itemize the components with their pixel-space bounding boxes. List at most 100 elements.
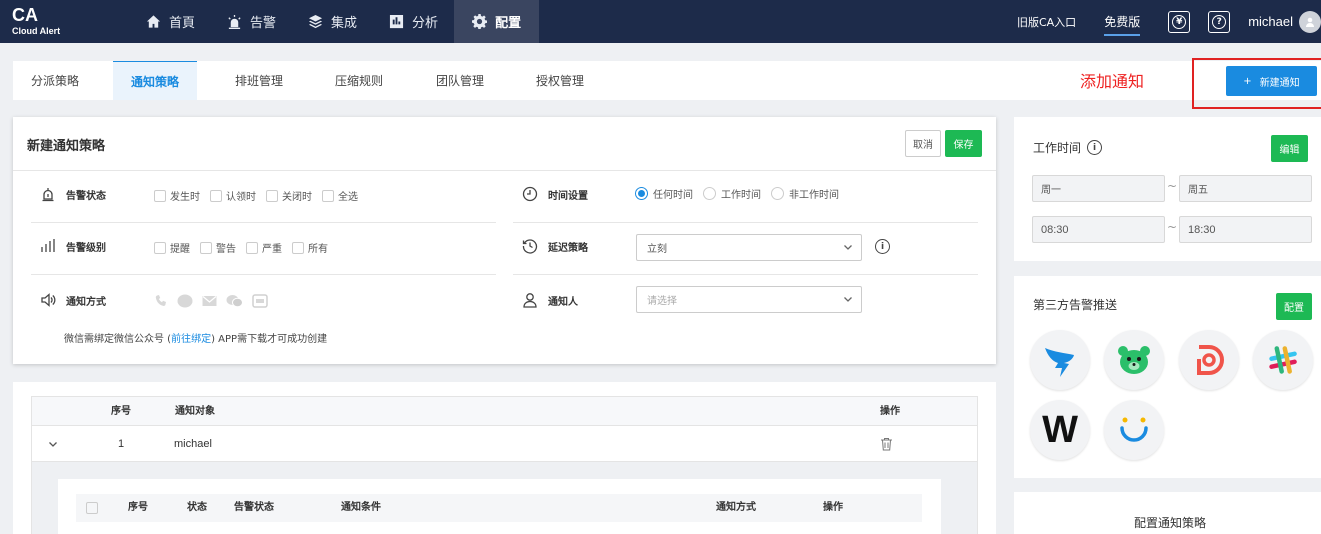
phone-icon[interactable] <box>154 294 168 308</box>
rule-subtable: 序号 状态 告警状态 通知条件 通知方式 操作 <box>58 479 941 534</box>
edit-work-time-button[interactable]: 编辑 <box>1271 135 1308 162</box>
time-setting-options: 任何时间 工作时间 非工作时间 <box>635 186 849 201</box>
integration-smile[interactable] <box>1104 400 1164 460</box>
work-time-text: 工作时间 <box>1033 141 1082 155</box>
sub-col-index: 序号 <box>128 502 148 513</box>
divider <box>31 222 496 223</box>
nav-item-analysis[interactable]: 分析 <box>373 0 454 43</box>
sub-col-action: 操作 <box>823 502 843 513</box>
tab-schedule[interactable]: 排班管理 <box>235 61 283 100</box>
new-policy-form: 新建通知策略 取消 保存 告警状态 发生时 认领时 关闭时 全选 时间设置 任何… <box>13 117 996 364</box>
brand-logo[interactable]: CA Cloud Alert <box>12 6 60 36</box>
trash-icon[interactable] <box>880 437 893 451</box>
bear-icon <box>1118 346 1150 374</box>
checkbox-select-all[interactable]: 全选 <box>322 188 358 203</box>
checkbox-critical[interactable]: 严重 <box>246 240 282 255</box>
alert-status-options: 发生时 认领时 关闭时 全选 <box>154 188 368 203</box>
tab-notify-policy[interactable]: 通知策略 <box>113 61 198 100</box>
billing-button[interactable]: ¥ <box>1168 10 1191 33</box>
integration-d-logo[interactable] <box>1179 330 1239 390</box>
info-icon[interactable]: i <box>1087 140 1103 155</box>
nav-item-label: 配置 <box>495 16 522 31</box>
radio-non-work-time[interactable]: 非工作时间 <box>771 186 839 201</box>
nav-item-label: 首頁 <box>169 16 196 31</box>
tab-dispatch-policy[interactable]: 分派策略 <box>31 61 79 100</box>
notify-channels <box>154 294 268 308</box>
bell-icon <box>42 188 54 202</box>
tab-compression[interactable]: 压缩规则 <box>335 61 383 100</box>
new-notify-button[interactable]: + 新建通知 <box>1226 66 1317 96</box>
divider <box>513 222 978 223</box>
work-day-end[interactable]: 周五 <box>1179 175 1312 202</box>
help-button[interactable]: ? <box>1208 10 1231 33</box>
work-time-panel: 工作时间 i 编辑 周一 ~ 周五 08:30 ~ 18:30 <box>1014 117 1321 261</box>
config-policy-title: 配置通知策略 <box>1134 516 1207 530</box>
checkbox-close[interactable]: 关闭时 <box>266 188 312 203</box>
work-day-start[interactable]: 周一 <box>1032 175 1165 202</box>
chevron-down-icon <box>844 245 852 250</box>
avatar[interactable] <box>1299 10 1321 33</box>
radio-any-time[interactable]: 任何时间 <box>635 186 693 201</box>
notify-person-select[interactable]: 请选择 <box>636 286 862 313</box>
old-version-link[interactable]: 旧版CA入口 <box>1017 14 1076 30</box>
nav-item-label: 集成 <box>331 16 358 31</box>
checkbox-warning[interactable]: 警告 <box>200 240 236 255</box>
checkbox-reminder[interactable]: 提醒 <box>154 240 190 255</box>
col-target: 通知对象 <box>175 406 215 417</box>
tab-team[interactable]: 团队管理 <box>436 61 484 100</box>
integration-slack[interactable] <box>1253 330 1313 390</box>
integration-bear[interactable] <box>1104 330 1164 390</box>
time-setting-label: 时间设置 <box>522 186 588 202</box>
alert-status-text: 告警状态 <box>66 190 106 202</box>
sub-col-method: 通知方式 <box>716 502 756 513</box>
third-party-config-button[interactable]: 配置 <box>1276 293 1312 320</box>
radio-work-time[interactable]: 工作时间 <box>703 186 761 201</box>
nav-item-home[interactable]: 首頁 <box>130 0 211 43</box>
w-logo-icon: W <box>1042 408 1078 451</box>
notify-person-label: 通知人 <box>522 292 578 308</box>
subtable-header: 序号 状态 告警状态 通知条件 通知方式 操作 <box>76 494 922 522</box>
notify-person-text: 通知人 <box>548 296 578 308</box>
nav-item-config[interactable]: 配置 <box>454 0 540 43</box>
alert-level-text: 告警级别 <box>66 242 106 254</box>
speaker-icon <box>41 293 56 307</box>
username[interactable]: michael <box>1248 14 1293 29</box>
bind-wechat-link[interactable]: 前往绑定 <box>171 334 211 345</box>
integration-dingtalk[interactable] <box>1030 330 1090 390</box>
integration-w-logo[interactable]: W <box>1030 400 1090 460</box>
annotation-text: 添加通知 <box>1080 72 1145 91</box>
checkbox-all[interactable]: 所有 <box>292 240 328 255</box>
delay-policy-value: 立刻 <box>647 244 667 255</box>
nav-item-alarm[interactable]: 告警 <box>211 0 292 43</box>
range-separator: ~ <box>1167 179 1178 193</box>
chevron-down-icon[interactable] <box>48 439 58 449</box>
config-policy-panel: 配置通知策略 <box>1014 492 1321 534</box>
work-time-end[interactable]: 18:30 <box>1179 216 1312 243</box>
gear-icon <box>472 14 488 29</box>
cancel-button[interactable]: 取消 <box>905 130 941 157</box>
plus-icon: + <box>1243 75 1252 87</box>
tab-authorization[interactable]: 授权管理 <box>536 61 584 100</box>
save-button[interactable]: 保存 <box>945 130 982 157</box>
smile-icon <box>1120 417 1148 442</box>
delay-info-icon[interactable]: i <box>875 239 890 254</box>
app-icon[interactable] <box>252 294 268 308</box>
yen-icon: ¥ <box>1172 14 1187 29</box>
divider <box>31 274 496 275</box>
free-plan-link[interactable]: 免费版 <box>1104 13 1141 36</box>
work-time-start[interactable]: 08:30 <box>1032 216 1165 243</box>
nav-item-integration[interactable]: 集成 <box>292 0 373 43</box>
person-icon <box>523 293 537 308</box>
brand-subtitle: Cloud Alert <box>12 26 61 36</box>
email-icon[interactable] <box>202 295 217 307</box>
header-actions: 旧版CA入口 免费版 ¥ ? michael <box>1017 0 1321 43</box>
wechat-icon[interactable] <box>226 294 243 308</box>
select-all-checkbox[interactable] <box>86 502 98 514</box>
sms-icon[interactable] <box>177 294 193 308</box>
table-header: 序号 通知对象 操作 <box>32 397 977 426</box>
checkbox-claim[interactable]: 认领时 <box>210 188 256 203</box>
delay-policy-select[interactable]: 立刻 <box>636 234 862 261</box>
note-prefix: 微信需绑定微信公众号 ( <box>64 334 172 345</box>
nav-item-label: 分析 <box>412 16 439 31</box>
checkbox-occur[interactable]: 发生时 <box>154 188 200 203</box>
